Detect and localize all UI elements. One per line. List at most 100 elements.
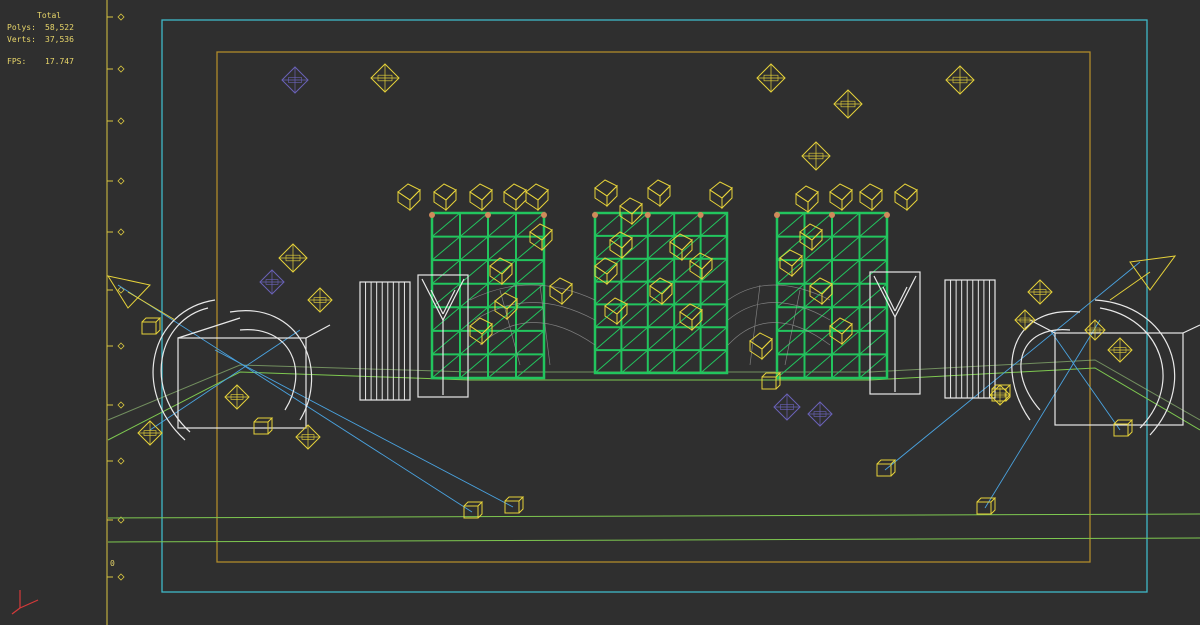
cube-face xyxy=(894,183,918,201)
truss-brace xyxy=(621,258,649,282)
side-pod-right xyxy=(1011,299,1200,436)
cube-face xyxy=(871,188,883,212)
cube-face xyxy=(659,184,671,208)
truss-brace xyxy=(804,330,833,355)
cube-face xyxy=(549,285,563,305)
cube-target-icon xyxy=(141,317,162,335)
cube-face xyxy=(561,282,573,306)
octahedron-light-icon xyxy=(773,393,801,421)
truss-grid xyxy=(429,211,547,380)
cube-face xyxy=(859,183,883,201)
3d-viewport-perspective[interactable]: 0 Total Polys: 58,522 Verts: 37,536 FPS:… xyxy=(0,0,1200,625)
cube-face xyxy=(829,183,853,201)
target-top xyxy=(463,501,484,507)
truss-brace xyxy=(831,306,860,332)
cube-face xyxy=(594,187,608,207)
cube-target-icon xyxy=(463,501,484,519)
truss-node xyxy=(884,212,890,218)
side-pod-left xyxy=(152,299,331,441)
cube-face xyxy=(709,189,723,209)
truss-brace xyxy=(647,349,675,374)
octahedron-light-icon xyxy=(1107,337,1133,363)
truss-brace xyxy=(700,281,728,305)
truss-brace xyxy=(831,354,860,379)
cube-face xyxy=(594,179,618,197)
target-front xyxy=(761,376,777,390)
camera-target-lines xyxy=(117,261,1141,513)
octahedron-light-icon xyxy=(281,66,309,94)
truss-node xyxy=(541,212,547,218)
cube-target-icon xyxy=(761,372,782,390)
truss-brace xyxy=(431,330,461,355)
truss-brace xyxy=(831,330,860,355)
ruler-zero-label: 0 xyxy=(110,559,115,568)
cube-target-icon xyxy=(876,459,897,477)
cube-face xyxy=(489,265,503,285)
cube-face xyxy=(821,282,833,306)
cube-face xyxy=(397,191,411,211)
stack-frame xyxy=(359,281,411,401)
cube-face xyxy=(433,183,457,201)
cube-face xyxy=(445,188,457,212)
truss-brace xyxy=(776,259,805,285)
cube-face xyxy=(721,186,733,210)
cube-face xyxy=(409,188,421,212)
cube-light-icon xyxy=(709,181,733,210)
cube-face xyxy=(894,191,908,211)
truss-brace xyxy=(700,326,728,351)
cube-face xyxy=(807,190,819,214)
octahedron-light-icon xyxy=(945,65,975,95)
cube-face xyxy=(621,236,633,260)
cube-face xyxy=(537,188,549,212)
cube-face xyxy=(859,191,873,211)
wireframe-scene[interactable]: 0 xyxy=(0,0,1200,625)
truss-brace xyxy=(673,212,701,237)
cube-face xyxy=(469,183,493,201)
octahedron-light-icon xyxy=(1027,279,1053,305)
cube-face xyxy=(515,188,527,212)
cube-face xyxy=(397,183,421,201)
cube-target-icon xyxy=(504,496,525,514)
truss-brace xyxy=(647,212,675,237)
truss-node xyxy=(829,212,835,218)
truss-brace xyxy=(776,306,805,332)
target-top xyxy=(504,496,525,502)
truss-brace xyxy=(431,259,461,285)
target-front xyxy=(876,463,892,477)
truss-brace xyxy=(647,304,675,328)
ruler-marker xyxy=(117,65,125,73)
truss-brace xyxy=(673,281,701,305)
truss-brace xyxy=(459,259,489,285)
truss-brace xyxy=(776,283,805,308)
verts-label: Verts: xyxy=(7,35,36,44)
truss-brace xyxy=(515,259,545,285)
octahedron-light-icon xyxy=(224,384,250,410)
cube-face xyxy=(761,337,773,361)
ruler-marker xyxy=(117,177,125,185)
cube-light-icon xyxy=(594,179,618,208)
truss-brace xyxy=(487,212,517,237)
cube-face xyxy=(841,188,853,212)
truss-brace xyxy=(804,354,833,379)
ruler-marker xyxy=(117,573,125,581)
target-top xyxy=(1113,419,1134,425)
truss-brace xyxy=(515,330,545,355)
cube-face xyxy=(709,181,733,199)
octahedron-light-icon xyxy=(295,424,321,450)
fps-value: 17.747 xyxy=(45,57,74,66)
truss-brace xyxy=(487,236,517,261)
cube-face xyxy=(529,223,553,241)
truss-brace xyxy=(831,283,860,308)
truss-brace xyxy=(594,212,622,237)
target-front xyxy=(1113,423,1129,437)
spotlight-cone-icon-left xyxy=(106,275,176,321)
truss-node xyxy=(774,212,780,218)
truss-brace xyxy=(700,304,728,328)
cube-light-icon xyxy=(489,257,513,286)
truss-brace xyxy=(515,354,545,379)
target-front xyxy=(976,501,992,515)
ruler-marker xyxy=(117,401,125,409)
polys-value: 58,522 xyxy=(45,23,74,32)
truss-brace xyxy=(431,212,461,237)
truss-brace xyxy=(859,354,888,379)
